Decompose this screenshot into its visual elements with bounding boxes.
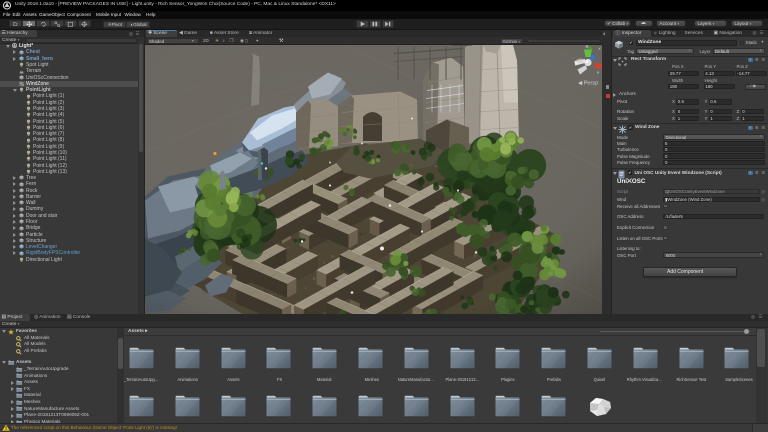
svg-text:×: × xyxy=(598,46,601,52)
svg-text:◀ Persp: ◀ Persp xyxy=(578,80,598,86)
